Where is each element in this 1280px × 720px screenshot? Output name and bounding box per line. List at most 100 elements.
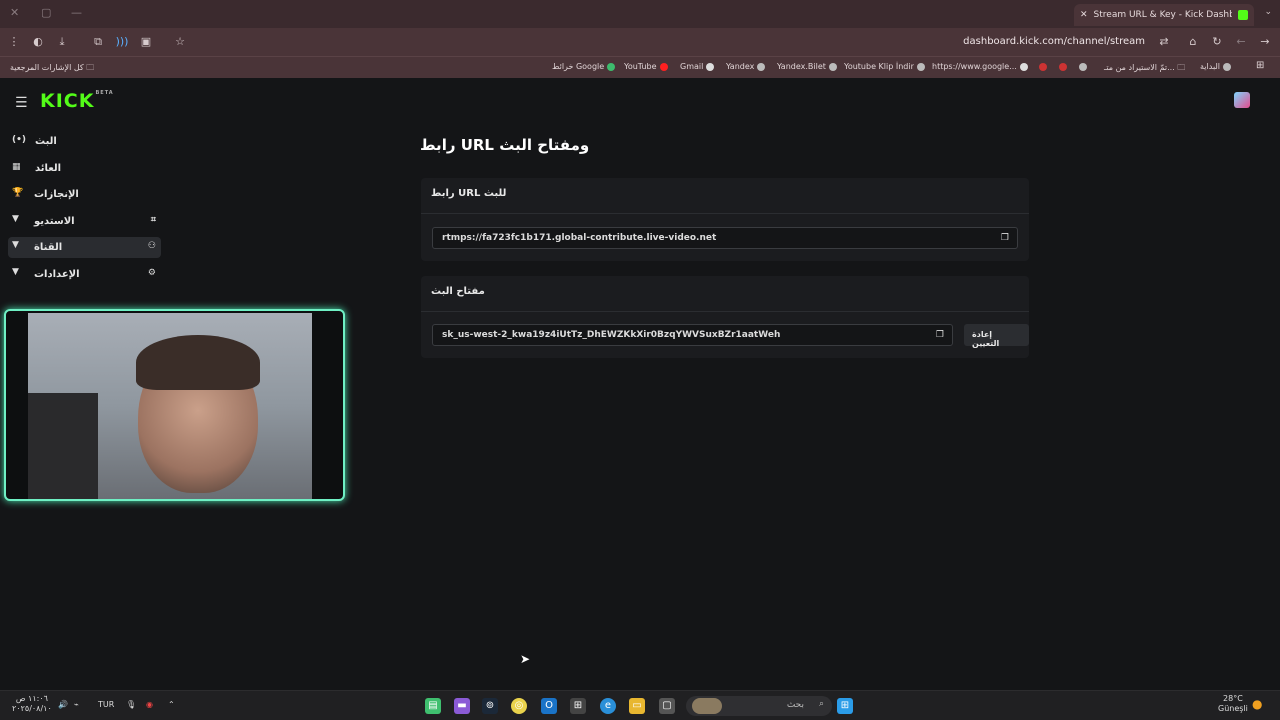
bookmark-yandex-bilet[interactable]: Yandex.Bilet — [777, 62, 837, 71]
steam-icon[interactable]: ⊚ — [482, 698, 498, 714]
back-icon[interactable]: → — [1257, 34, 1273, 50]
taskbar-search[interactable]: بحث ⌕ — [686, 696, 832, 716]
bookmark-youtube[interactable]: YouTube — [624, 62, 668, 71]
stream-url-card: رابط URL للبث rtmps://fa723fc1b171.globa… — [421, 178, 1029, 261]
microphone-icon[interactable]: 🎙 — [126, 700, 136, 709]
stream-key-heading: مفتاح البث — [421, 276, 1029, 312]
bookmark-imported-folder[interactable]: تمّ الاستيراد من متـ... 🗀 — [1104, 62, 1185, 76]
sidebar-item-channel[interactable]: ▼ القناة ⚇ — [8, 237, 161, 258]
mouse-cursor-icon: ➤ — [520, 652, 531, 666]
sidebar-item-studio[interactable]: ▼ الاستديو ⌗ — [8, 211, 161, 232]
page-title: رابط URL ومفتاح البث — [420, 136, 590, 154]
sun-icon: ● — [1252, 697, 1263, 711]
outlook-icon[interactable]: O — [541, 698, 557, 714]
read-aloud-icon[interactable]: ))) — [114, 34, 130, 50]
globe-icon — [916, 62, 925, 71]
task-view-icon[interactable]: ▢ — [659, 698, 675, 714]
stream-key-field[interactable]: sk_us-west-2_kwa19z4iUtTz_DhEWZKkXir0Bzq… — [432, 324, 953, 346]
download-icon[interactable]: ⤓ — [54, 34, 70, 50]
close-window-icon[interactable]: ✕ — [10, 6, 19, 19]
chevron-down-icon: ▼ — [12, 214, 19, 224]
home-icon[interactable]: ⌂ — [1185, 34, 1201, 50]
copy-icon[interactable]: ❐ — [936, 330, 944, 340]
bookmark-google-url[interactable]: https://www.google... — [932, 62, 1028, 71]
kick-logo[interactable]: KICKBETA — [40, 90, 114, 112]
youtube-icon — [659, 62, 668, 71]
google-icon — [706, 62, 715, 71]
tray-app-icon[interactable]: ◉ — [146, 700, 153, 709]
browser-tab[interactable]: ✕ Stream URL & Key - Kick Dashb — [1074, 4, 1254, 26]
stream-url-field[interactable]: rtmps://fa723fc1b171.global-contribute.l… — [432, 227, 1018, 249]
bookmark-yandex[interactable]: Yandex — [726, 62, 766, 71]
chevron-up-icon[interactable]: ⌃ — [168, 700, 175, 709]
minimize-window-icon[interactable]: — — [71, 6, 82, 19]
revenue-icon: ▦ — [12, 162, 21, 172]
sidebar-item-label: الإنجازات — [34, 189, 79, 200]
globe-icon — [757, 62, 766, 71]
stream-app-icon[interactable]: ▬ — [454, 698, 470, 714]
forward-icon[interactable]: ← — [1233, 34, 1249, 50]
sidebar-item-achievements[interactable]: 🏆 الإنجازات — [8, 184, 161, 205]
globe-icon — [828, 62, 837, 71]
windows-start-icon[interactable]: ⊞ — [837, 698, 853, 714]
sidebar-item-label: الإعدادات — [34, 269, 80, 280]
menu-kebab-icon[interactable]: ⋮ — [6, 34, 22, 50]
profile-icon[interactable]: ◐ — [30, 34, 46, 50]
bookmark-start[interactable]: البداية — [1200, 62, 1232, 71]
apps-grid-icon[interactable]: ⊞ — [1256, 60, 1264, 71]
globe-icon — [1079, 62, 1087, 71]
gear-icon: ⚙ — [147, 268, 156, 278]
all-bookmarks-button[interactable]: كل الإشارات المرجعية 🗀 — [10, 62, 94, 76]
hamburger-menu-icon[interactable]: ☰ — [15, 95, 28, 111]
bookmark-red-2[interactable] — [1056, 62, 1067, 71]
channel-users-icon: ⚇ — [147, 241, 156, 251]
sidebar-item-revenue[interactable]: ▦ العائد — [8, 158, 161, 179]
address-bar[interactable]: dashboard.kick.com/channel/stream — [963, 36, 1145, 47]
webcam-video — [28, 313, 312, 499]
trophy-icon: 🏆 — [12, 188, 24, 198]
screenshot-icon[interactable]: ▣ — [138, 34, 154, 50]
chevron-down-icon: ▼ — [12, 267, 19, 277]
user-avatar[interactable] — [1234, 92, 1250, 108]
bookmark-red-1[interactable] — [1036, 62, 1047, 71]
chrome-icon[interactable]: ◎ — [511, 698, 527, 714]
kick-dashboard-page: ☰ KICKBETA (•) البث ▦ العائد 🏆 الإنجازات… — [0, 80, 1280, 690]
google-maps-icon — [607, 62, 616, 71]
windows-taskbar: ١١:٠٦ ص ٢٠٢٥/٠٨/١٠ 🔊 ⌁ TUR 🎙 ◉ ⌃ ▤ ▬ ⊚ ◎… — [0, 690, 1280, 720]
store-icon[interactable]: ⊞ — [570, 698, 586, 714]
site-settings-icon[interactable]: ⇄ — [1156, 34, 1172, 50]
red-site-icon — [1059, 62, 1067, 71]
volume-icon[interactable]: 🔊 — [58, 700, 68, 709]
webcam-person-hair — [136, 335, 260, 390]
file-explorer-icon[interactable]: ▭ — [629, 698, 645, 714]
close-tab-icon[interactable]: ✕ — [1080, 10, 1088, 20]
studio-icon: ⌗ — [150, 215, 156, 225]
sidebar-item-label: البث — [35, 136, 57, 147]
extensions-icon[interactable]: ⧉ — [90, 34, 106, 50]
restore-window-icon[interactable]: ▢ — [41, 6, 51, 19]
weather-widget[interactable]: 28°C Güneşli — [1218, 694, 1248, 714]
edge-icon[interactable]: e — [600, 698, 616, 714]
clock[interactable]: ١١:٠٦ ص ٢٠٢٥/٠٨/١٠ — [12, 694, 52, 714]
reload-icon[interactable]: ↻ — [1209, 34, 1225, 50]
sidebar-item-stream[interactable]: (•) البث — [8, 131, 161, 152]
language-indicator[interactable]: TUR — [98, 700, 114, 709]
bookmark-globe[interactable] — [1076, 62, 1087, 71]
google-icon — [1019, 62, 1028, 71]
stream-url-value: rtmps://fa723fc1b171.global-contribute.l… — [442, 233, 717, 243]
globe-icon — [1223, 62, 1232, 71]
bookmark-youtube-klip[interactable]: Youtube Klip İndir — [844, 62, 925, 71]
network-icon[interactable]: ⌁ — [74, 700, 79, 709]
copy-icon[interactable]: ❐ — [1001, 233, 1009, 243]
search-highlight-image — [692, 698, 722, 714]
reset-key-button[interactable]: إعادة التعيين — [964, 324, 1029, 348]
search-placeholder: بحث — [786, 700, 804, 710]
bookmark-gmail[interactable]: Gmail — [680, 62, 715, 71]
calendar-app-icon[interactable]: ▤ — [425, 698, 441, 714]
folder-icon: 🗀 — [86, 63, 95, 72]
webcam-overlay — [4, 309, 345, 501]
sidebar-item-settings[interactable]: ▼ الإعدادات ⚙ — [8, 264, 161, 285]
tab-search-chevron-icon[interactable]: ⌄ — [1264, 7, 1272, 17]
bookmark-google-maps[interactable]: خرائط Google — [552, 62, 616, 71]
star-bookmark-icon[interactable]: ☆ — [172, 34, 188, 50]
